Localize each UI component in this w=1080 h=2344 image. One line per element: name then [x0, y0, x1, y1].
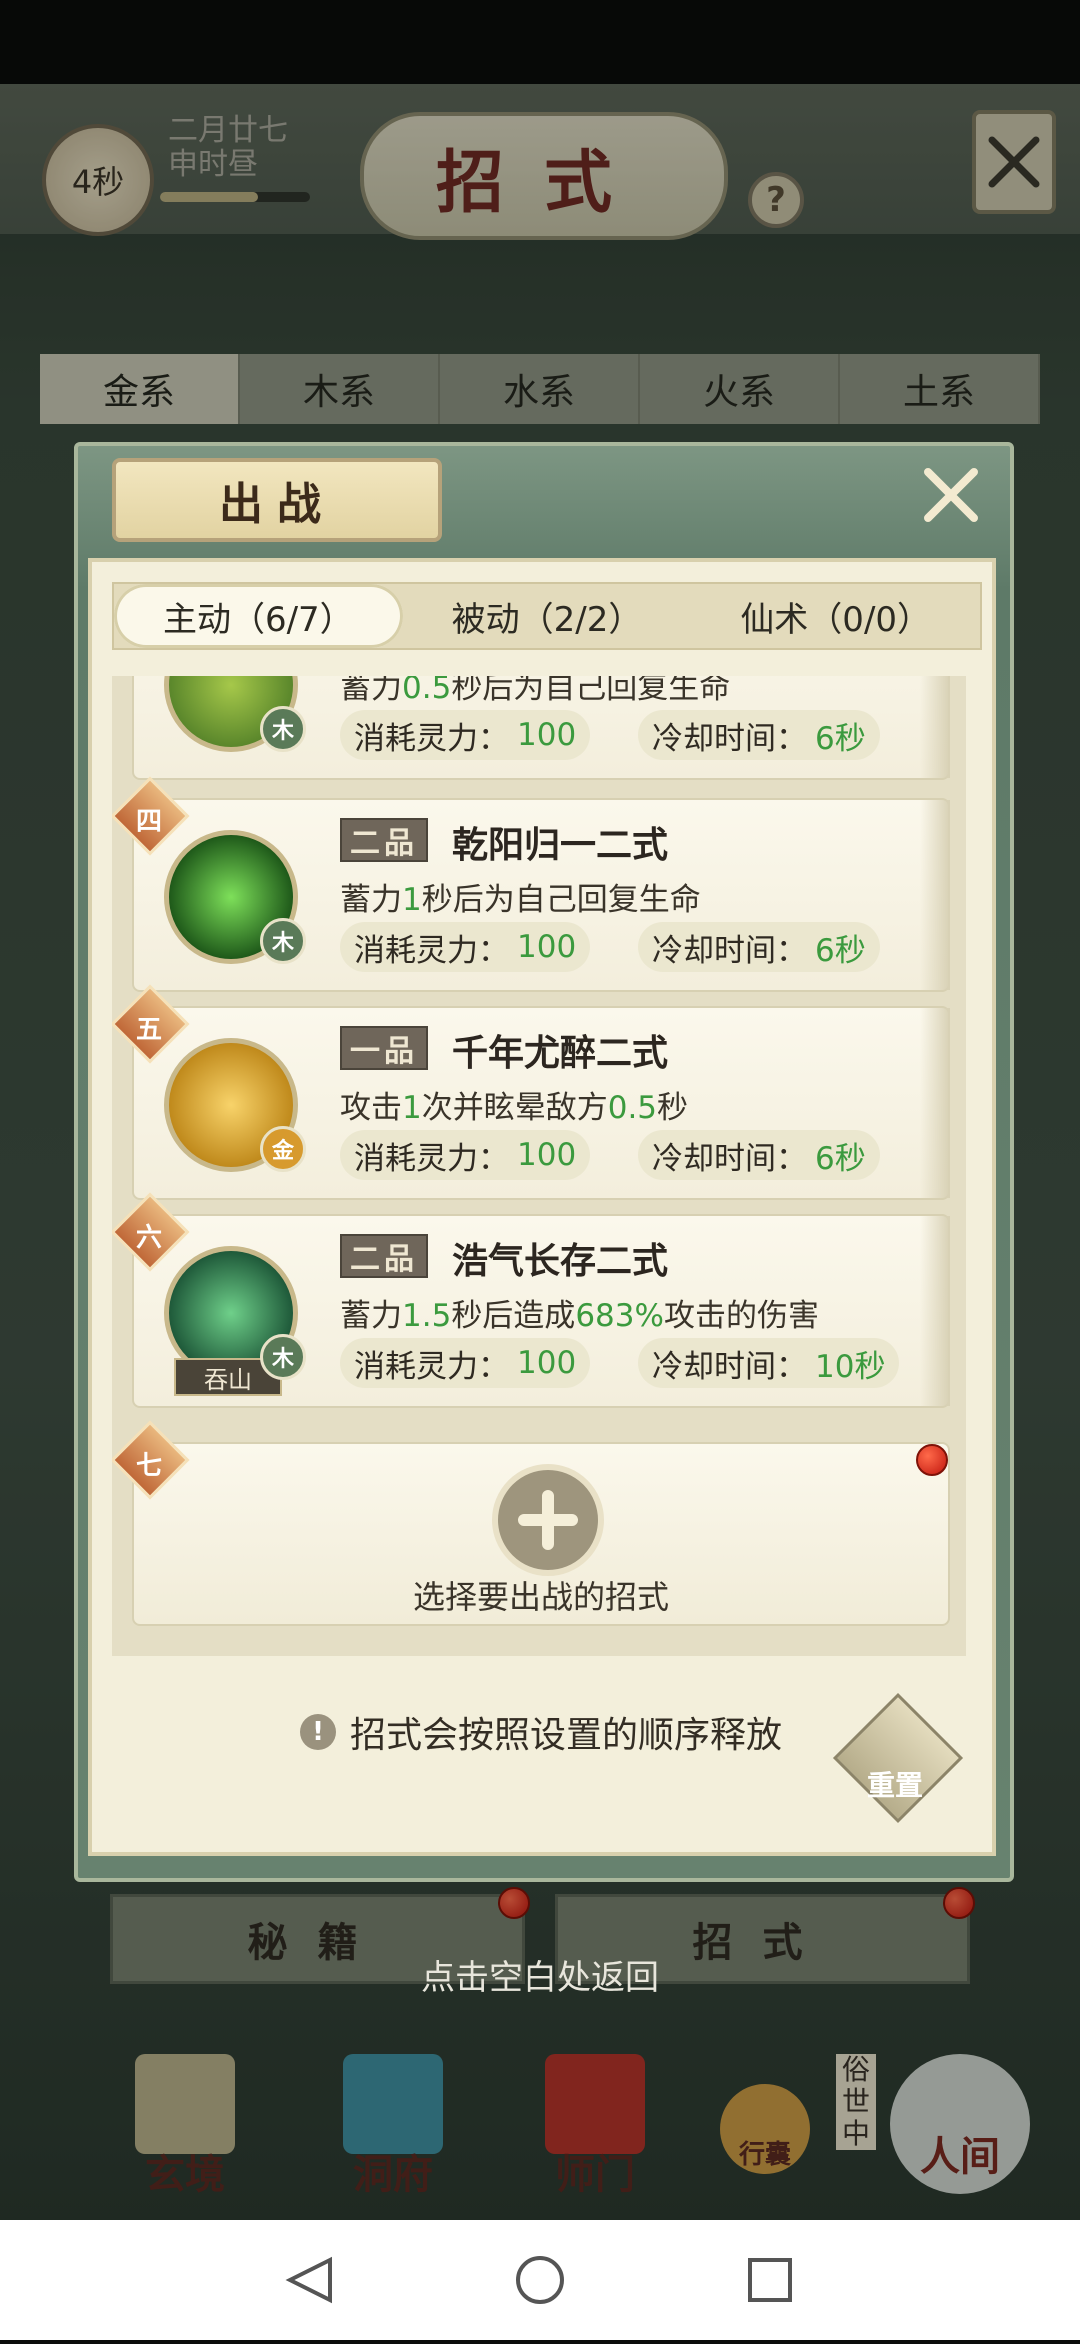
dialog-close-button[interactable]	[916, 460, 986, 530]
close-icon	[924, 468, 978, 522]
tab-immortal-arts[interactable]: 仙术（0/0）	[691, 584, 980, 648]
cooldown: 冷却时间： 6秒	[638, 710, 880, 760]
rank-number: 七	[135, 1450, 162, 1481]
skill-description: 蓄力0.5秒后为自己回复生命	[340, 676, 731, 706]
cooldown: 冷却时间： 6秒	[638, 1130, 880, 1180]
mana-cost: 消耗灵力： 100	[340, 710, 591, 760]
grade-badge: 二品	[340, 1234, 428, 1278]
grade-badge: 二品	[340, 818, 428, 862]
rank-number: 六	[135, 1222, 162, 1253]
dialog-title: 出战	[112, 458, 442, 542]
empty-slot-label: 选择要出战的招式	[412, 1578, 669, 1616]
cooldown: 冷却时间： 6秒	[638, 922, 880, 972]
rank-number: 四	[135, 806, 162, 837]
mana-cost: 消耗灵力： 100	[340, 1130, 591, 1180]
tab-passive-skills[interactable]: 被动（2/2）	[403, 584, 692, 648]
plus-icon	[518, 1490, 578, 1550]
return-hint: 点击空白处返回	[421, 1958, 659, 1998]
element-badge: 木	[260, 1334, 306, 1380]
skill-description: 攻击1次并眩晕敌方0.5秒	[340, 1090, 689, 1126]
system-nav-icons	[285, 2256, 792, 2304]
skill-name: 千年尤醉二式	[452, 1033, 669, 1074]
mode-tabs: 主动（6/7） 被动（2/2） 仙术（0/0）	[112, 582, 982, 650]
info-icon: !	[300, 1714, 336, 1750]
element-badge: 木	[260, 706, 306, 752]
mana-cost: 消耗灵力： 100	[340, 922, 591, 972]
add-skill-button[interactable]	[492, 1464, 604, 1576]
skill-description: 蓄力1秒后为自己回复生命	[340, 882, 701, 918]
order-hint: ! 招式会按照设置的顺序释放	[300, 1706, 782, 1758]
skill-list[interactable]: 木 蓄力0.5秒后为自己回复生命 消耗灵力： 100 冷却时间： 6秒 四 木 二品…	[112, 676, 966, 1656]
skill-name: 乾阳归一二式	[452, 825, 669, 866]
reset-label: 重置	[866, 1769, 923, 1802]
order-hint-text: 招式会按照设置的顺序释放	[350, 1715, 783, 1756]
back-icon	[285, 2256, 332, 2304]
android-nav-bar	[0, 2220, 1080, 2340]
element-badge: 木	[260, 918, 306, 964]
recents-icon	[748, 2258, 792, 2302]
empty-skill-slot[interactable]: 七 选择要出战的招式	[112, 1420, 950, 1626]
cooldown: 冷却时间： 10秒	[638, 1338, 900, 1388]
rank-number: 五	[135, 1014, 162, 1045]
home-icon	[516, 2256, 564, 2304]
skill-name: 浩气长存二式	[452, 1241, 669, 1282]
skill-description: 蓄力1.5秒后造成683%攻击的伤害	[340, 1298, 819, 1334]
notification-dot	[916, 1444, 948, 1476]
skill-card[interactable]: 木 蓄力0.5秒后为自己回复生命 消耗灵力： 100 冷却时间： 6秒	[132, 676, 950, 780]
skill-card[interactable]: 六 吞山 木 二品 浩气长存二式 蓄力1.5秒后造成683%攻击的伤害 消耗灵力…	[112, 1192, 950, 1408]
skill-card[interactable]: 四 木 二品 乾阳归一二式 蓄力1秒后为自己回复生命 消耗灵力： 100 冷却时间…	[112, 776, 950, 992]
tab-active-skills[interactable]: 主动（6/7）	[114, 584, 403, 648]
mana-cost: 消耗灵力： 100	[340, 1338, 591, 1388]
skill-card[interactable]: 五 金 一品 千年尤醉二式 攻击1次并眩晕敌方0.5秒 消耗灵力： 100 冷却时…	[112, 984, 950, 1200]
grade-badge: 一品	[340, 1026, 428, 1070]
element-badge: 金	[260, 1126, 306, 1172]
